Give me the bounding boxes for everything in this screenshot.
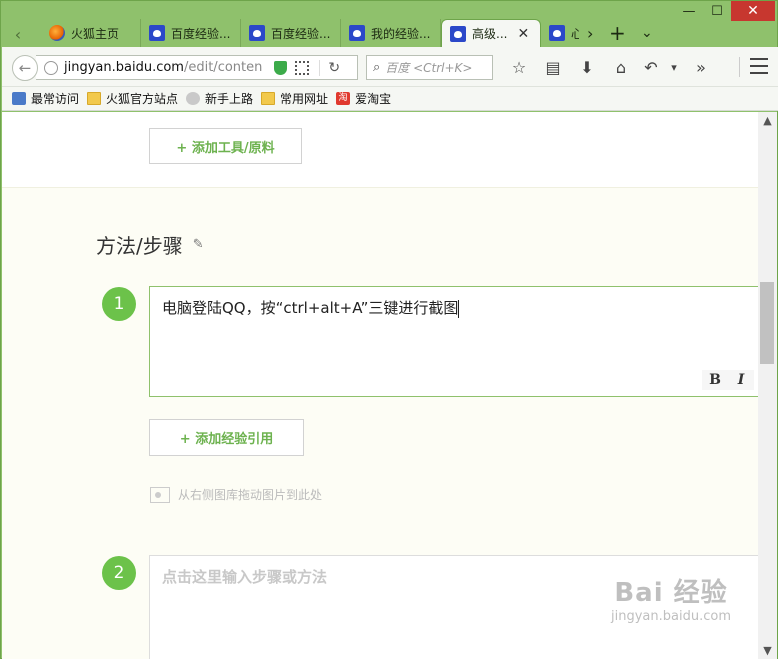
browser-window: — ☐ ✕ ‹ 火狐主页 百度经验... 百度经验... 我的经验... 高级.… (0, 0, 778, 659)
close-tab-icon[interactable]: ✕ (517, 26, 529, 42)
url-path: /edit/conten (183, 60, 263, 75)
download-icon[interactable]: ⬇ (570, 58, 604, 77)
baidu-paw-icon (549, 25, 565, 41)
bookmark-label: 爱淘宝 (355, 92, 392, 106)
tab-list: 火狐主页 百度经验... 百度经验... 我的经验... 高级... ✕ 心 (41, 19, 579, 47)
shield-icon[interactable] (274, 60, 288, 75)
bold-button[interactable]: B (702, 370, 728, 390)
search-input[interactable]: ⌕ 百度 <Ctrl+K> (366, 55, 493, 80)
reading-list-icon[interactable]: ▤ (536, 58, 570, 77)
tab-strip: — ☐ ✕ ‹ 火狐主页 百度经验... 百度经验... 我的经验... 高级.… (1, 1, 778, 47)
toolbar-divider (739, 57, 740, 77)
step-number-badge: 1 (102, 287, 136, 321)
window-controls: — ☐ ✕ (675, 1, 775, 23)
drop-hint-text: 从右侧图库拖动图片到此处 (178, 488, 323, 502)
bookmark-ai-taobao[interactable]: 淘 爱淘宝 (336, 90, 391, 107)
url-bar[interactable]: jingyan.baidu.com/edit/conten ↻ (36, 55, 358, 80)
taobao-icon: 淘 (336, 92, 351, 105)
search-placeholder: 百度 <Ctrl+K> (385, 61, 473, 75)
tab-advanced-active[interactable]: 高级... ✕ (441, 19, 541, 47)
close-window-button[interactable]: ✕ (731, 1, 775, 21)
home-icon[interactable]: ⌂ (604, 58, 638, 77)
overflow-chevron-icon[interactable]: » (684, 58, 718, 77)
undo-close-icon[interactable]: ↶ (638, 58, 664, 77)
format-toolbar: B I (702, 370, 754, 390)
baidu-jingyan-watermark: Bai 经验 jingyan.baidu.com (596, 572, 746, 624)
tab-baidu-jingyan-1[interactable]: 百度经验... (141, 19, 241, 47)
url-host: jingyan.baidu.com (64, 60, 184, 75)
tab-label: 高级... (472, 27, 508, 41)
bookmark-label: 最常访问 (31, 92, 80, 106)
tab-overflow[interactable]: 心 (541, 19, 579, 47)
bookmark-label: 新手上路 (205, 92, 254, 106)
baidu-paw-icon (349, 25, 365, 41)
folder-icon (261, 92, 276, 105)
firefox-icon (49, 25, 65, 41)
image-drop-zone[interactable]: 从右侧图库拖动图片到此处 (150, 486, 322, 503)
tab-scroll-right-icon[interactable]: › (587, 19, 593, 47)
tab-my-jingyan[interactable]: 我的经验... (341, 19, 441, 47)
site-info-icon[interactable] (44, 60, 58, 75)
tab-scroll-left-icon[interactable]: ‹ (7, 24, 29, 44)
add-reference-button[interactable]: + 添加经验引用 (149, 419, 304, 456)
section-heading: 方法/步骤 ✎ (96, 230, 204, 259)
bookmark-firefox-official[interactable]: 火狐官方站点 (87, 90, 178, 107)
bookmark-star-icon[interactable]: ☆ (502, 58, 536, 77)
hamburger-menu-icon[interactable] (750, 58, 768, 74)
minimize-button[interactable]: — (675, 1, 703, 21)
bookmarks-toolbar: 最常访问 火狐官方站点 新手上路 常用网址 淘 爱淘宝 (2, 87, 778, 111)
scroll-down-arrow-icon[interactable]: ▼ (758, 644, 777, 657)
search-icon: ⌕ (373, 60, 381, 75)
scroll-thumb[interactable] (760, 282, 774, 364)
bookmark-label: 火狐官方站点 (106, 92, 179, 106)
tab-firefox-home[interactable]: 火狐主页 (41, 19, 141, 47)
step-1-editor[interactable]: 电脑登陆QQ，按“ctrl+alt+A”三键进行截图 B I (149, 286, 758, 397)
page-title: 方法/步骤 (96, 234, 183, 258)
tab-label: 百度经验... (171, 26, 231, 41)
image-icon (150, 486, 170, 503)
add-tools-button[interactable]: + 添加工具/原料 (149, 128, 302, 164)
toolbar-icons: ☆ ▤ ⬇ ⌂ ↶ ▾ » (502, 55, 718, 80)
text-caret (458, 299, 460, 318)
scroll-up-arrow-icon[interactable]: ▲ (758, 114, 777, 127)
tab-label: 火狐主页 (71, 26, 120, 41)
tab-baidu-jingyan-2[interactable]: 百度经验... (241, 19, 341, 47)
dropdown-arrow-icon[interactable]: ▾ (664, 61, 684, 74)
new-tab-button[interactable]: + (609, 19, 626, 47)
globe-icon (186, 92, 201, 105)
step-2-placeholder: 点击这里输入步骤或方法 (162, 568, 328, 586)
step-1-text: 电脑登陆QQ，按“ctrl+alt+A”三键进行截图 (162, 297, 460, 318)
watermark-logo: Bai 经验 (614, 578, 728, 608)
bookmark-common-sites[interactable]: 常用网址 (261, 90, 328, 107)
navigation-toolbar: jingyan.baidu.com/edit/conten ↻ ← ⌕ 百度 <… (2, 47, 778, 87)
baidu-paw-icon (149, 25, 165, 41)
bookmark-most-visited[interactable]: 最常访问 (12, 90, 79, 107)
most-visited-icon (12, 92, 26, 105)
baidu-paw-icon (249, 25, 265, 41)
watermark-url: jingyan.baidu.com (611, 609, 731, 624)
bookmark-label: 常用网址 (280, 92, 329, 106)
back-button[interactable]: ← (12, 55, 38, 81)
maximize-button[interactable]: ☐ (703, 1, 731, 21)
page-scrollbar[interactable]: ▲ ▼ (758, 112, 777, 659)
step-text: 电脑登陆QQ，按“ctrl+alt+A”三键进行截图 (162, 299, 459, 317)
reload-icon[interactable]: ↻ (319, 59, 340, 76)
tab-label: 我的经验... (371, 26, 431, 41)
folder-icon (87, 92, 102, 105)
edit-pencil-icon[interactable]: ✎ (193, 237, 204, 252)
qr-code-icon[interactable] (295, 60, 310, 75)
tools-section: + 添加工具/原料 (2, 112, 758, 188)
tab-label: 心 (571, 26, 579, 41)
italic-button[interactable]: I (728, 370, 754, 390)
bookmark-getting-started[interactable]: 新手上路 (186, 90, 253, 107)
baidu-paw-icon (450, 25, 466, 42)
list-all-tabs-icon[interactable]: ⌄ (641, 19, 653, 47)
tab-label: 百度经验... (271, 26, 331, 41)
step-number-badge: 2 (102, 556, 136, 590)
